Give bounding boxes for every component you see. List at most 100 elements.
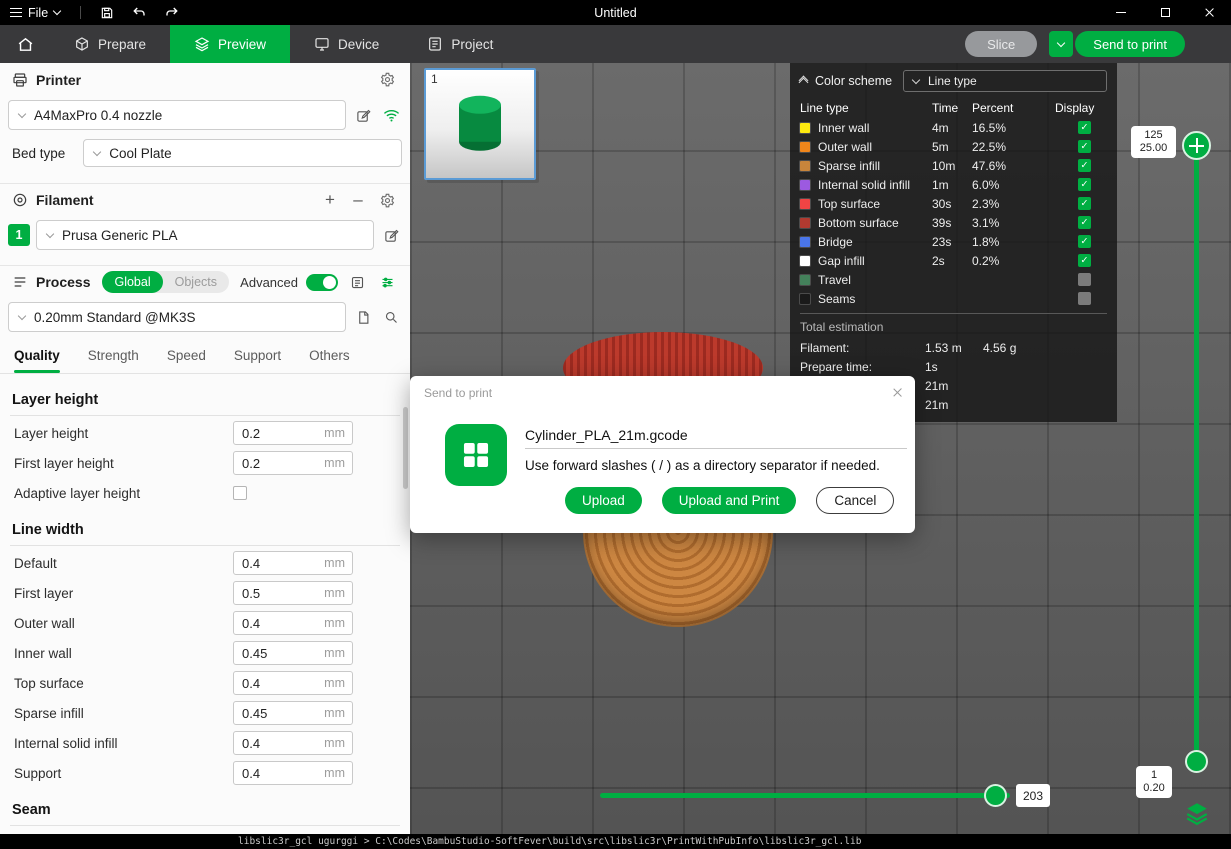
tab-device[interactable]: Device bbox=[290, 25, 403, 63]
segment-objects[interactable]: Objects bbox=[163, 271, 229, 293]
line-type-label: Internal solid infill bbox=[818, 178, 932, 192]
tab-prepare[interactable]: Prepare bbox=[50, 25, 170, 63]
setting-input[interactable]: 0.4mm bbox=[233, 551, 353, 575]
file-menu[interactable]: File bbox=[0, 0, 70, 25]
process-preset-select[interactable]: 0.20mm Standard @MK3S bbox=[8, 302, 346, 332]
setting-input[interactable]: 0.4mm bbox=[233, 671, 353, 695]
setting-label: First layer height bbox=[14, 456, 233, 471]
setting-row: First layer height0.2mm bbox=[0, 448, 410, 478]
setting-value: 0.4 bbox=[242, 616, 324, 631]
line-type-swatch bbox=[800, 199, 810, 209]
remove-filament-button[interactable]: – bbox=[348, 190, 368, 210]
setting-input[interactable]: 0.5mm bbox=[233, 581, 353, 605]
layer-view-mode-button[interactable] bbox=[1184, 800, 1210, 826]
process-tab-support[interactable]: Support bbox=[234, 348, 281, 373]
undo-button[interactable] bbox=[123, 0, 155, 25]
gear-icon bbox=[380, 72, 395, 87]
display-checkbox[interactable] bbox=[1078, 235, 1091, 248]
setting-checkbox[interactable] bbox=[233, 486, 247, 500]
send-to-print-button[interactable]: Send to print bbox=[1075, 31, 1185, 57]
display-checkbox[interactable] bbox=[1078, 273, 1091, 286]
setting-input[interactable]: 0.4mm bbox=[233, 611, 353, 635]
chevron-down-icon bbox=[1057, 38, 1065, 46]
layer-slider-bottom-handle[interactable] bbox=[1185, 750, 1208, 773]
view-type-select[interactable]: Line type bbox=[903, 70, 1107, 92]
advanced-toggle[interactable] bbox=[306, 274, 338, 291]
upload-button[interactable]: Upload bbox=[565, 487, 642, 514]
process-tab-quality[interactable]: Quality bbox=[14, 348, 60, 373]
filament-slot-badge[interactable]: 1 bbox=[8, 224, 30, 246]
close-button[interactable] bbox=[1187, 0, 1231, 25]
step-slider-handle[interactable] bbox=[984, 784, 1007, 807]
setting-input[interactable]: 0.2mm bbox=[233, 451, 353, 475]
printer-settings-button[interactable] bbox=[376, 69, 398, 91]
edit-icon bbox=[356, 108, 371, 123]
search-settings-button[interactable] bbox=[380, 306, 402, 328]
display-checkbox[interactable] bbox=[1078, 121, 1091, 134]
filename-input[interactable] bbox=[525, 422, 907, 449]
wifi-connection-button[interactable] bbox=[380, 104, 402, 126]
tab-project-label: Project bbox=[451, 37, 493, 52]
legend-row: Travel bbox=[790, 270, 1117, 289]
tab-prepare-label: Prepare bbox=[98, 37, 146, 52]
settings-body: Layer heightLayer height0.2mmFirst layer… bbox=[0, 374, 410, 826]
plate-thumbnail[interactable]: 1 bbox=[424, 68, 536, 180]
save-preset-button[interactable] bbox=[352, 306, 374, 328]
process-tab-others[interactable]: Others bbox=[309, 348, 350, 373]
bed-type-select[interactable]: Cool Plate bbox=[83, 139, 402, 167]
line-type-time: 4m bbox=[932, 121, 972, 135]
setting-row: Inner wall0.45mm bbox=[0, 638, 410, 668]
setting-label: Default bbox=[14, 556, 233, 571]
line-type-time: 39s bbox=[932, 216, 972, 230]
line-type-percent: 6.0% bbox=[972, 178, 1078, 192]
parameter-table-button[interactable] bbox=[346, 271, 368, 293]
add-filament-button[interactable]: + bbox=[320, 190, 340, 210]
filament-settings-button[interactable] bbox=[376, 189, 398, 211]
display-checkbox[interactable] bbox=[1078, 292, 1091, 305]
display-checkbox[interactable] bbox=[1078, 159, 1091, 172]
dialog-close-button[interactable] bbox=[892, 386, 903, 401]
dialog-buttons: Upload Upload and Print Cancel bbox=[565, 487, 894, 514]
setting-input[interactable]: 0.4mm bbox=[233, 731, 353, 755]
tab-preview[interactable]: Preview bbox=[170, 25, 290, 63]
home-tab[interactable] bbox=[0, 25, 50, 63]
tab-preview-label: Preview bbox=[218, 37, 266, 52]
display-checkbox[interactable] bbox=[1078, 197, 1091, 210]
maximize-button[interactable] bbox=[1143, 0, 1187, 25]
setting-input[interactable]: 0.45mm bbox=[233, 641, 353, 665]
save-button[interactable] bbox=[91, 0, 123, 25]
process-icon bbox=[12, 274, 28, 290]
column-time: Time bbox=[932, 101, 972, 115]
compare-presets-button[interactable] bbox=[376, 271, 398, 293]
printer-section-title: Printer bbox=[36, 72, 81, 88]
step-slider-track[interactable] bbox=[600, 793, 1010, 798]
display-checkbox[interactable] bbox=[1078, 178, 1091, 191]
minimize-button[interactable] bbox=[1099, 0, 1143, 25]
layer-slider-track[interactable] bbox=[1194, 145, 1199, 763]
layer-slider-top-handle[interactable] bbox=[1182, 131, 1211, 160]
display-checkbox[interactable] bbox=[1078, 254, 1091, 267]
upload-and-print-button[interactable]: Upload and Print bbox=[662, 487, 797, 514]
setting-input[interactable]: 0.45mm bbox=[233, 701, 353, 725]
collapse-icon[interactable] bbox=[800, 79, 807, 83]
project-icon bbox=[427, 36, 443, 52]
printer-preset-select[interactable]: A4MaxPro 0.4 nozzle bbox=[8, 100, 346, 130]
segment-global[interactable]: Global bbox=[102, 271, 162, 293]
setting-input[interactable]: 0.4mm bbox=[233, 761, 353, 785]
display-checkbox[interactable] bbox=[1078, 216, 1091, 229]
file-menu-label: File bbox=[28, 6, 48, 20]
filament-preset-select[interactable]: Prusa Generic PLA bbox=[36, 220, 374, 250]
scrollbar-thumb[interactable] bbox=[403, 407, 408, 489]
redo-button[interactable] bbox=[155, 0, 187, 25]
setting-input[interactable]: 0.2mm bbox=[233, 421, 353, 445]
edit-printer-button[interactable] bbox=[352, 104, 374, 126]
process-tab-speed[interactable]: Speed bbox=[167, 348, 206, 373]
process-tab-strength[interactable]: Strength bbox=[88, 348, 139, 373]
search-icon bbox=[384, 310, 399, 325]
send-dropdown-button[interactable] bbox=[1049, 31, 1073, 57]
slice-button[interactable]: Slice bbox=[965, 31, 1037, 57]
cancel-button[interactable]: Cancel bbox=[816, 487, 894, 514]
tab-project[interactable]: Project bbox=[403, 25, 517, 63]
display-checkbox[interactable] bbox=[1078, 140, 1091, 153]
edit-filament-button[interactable] bbox=[380, 224, 402, 246]
